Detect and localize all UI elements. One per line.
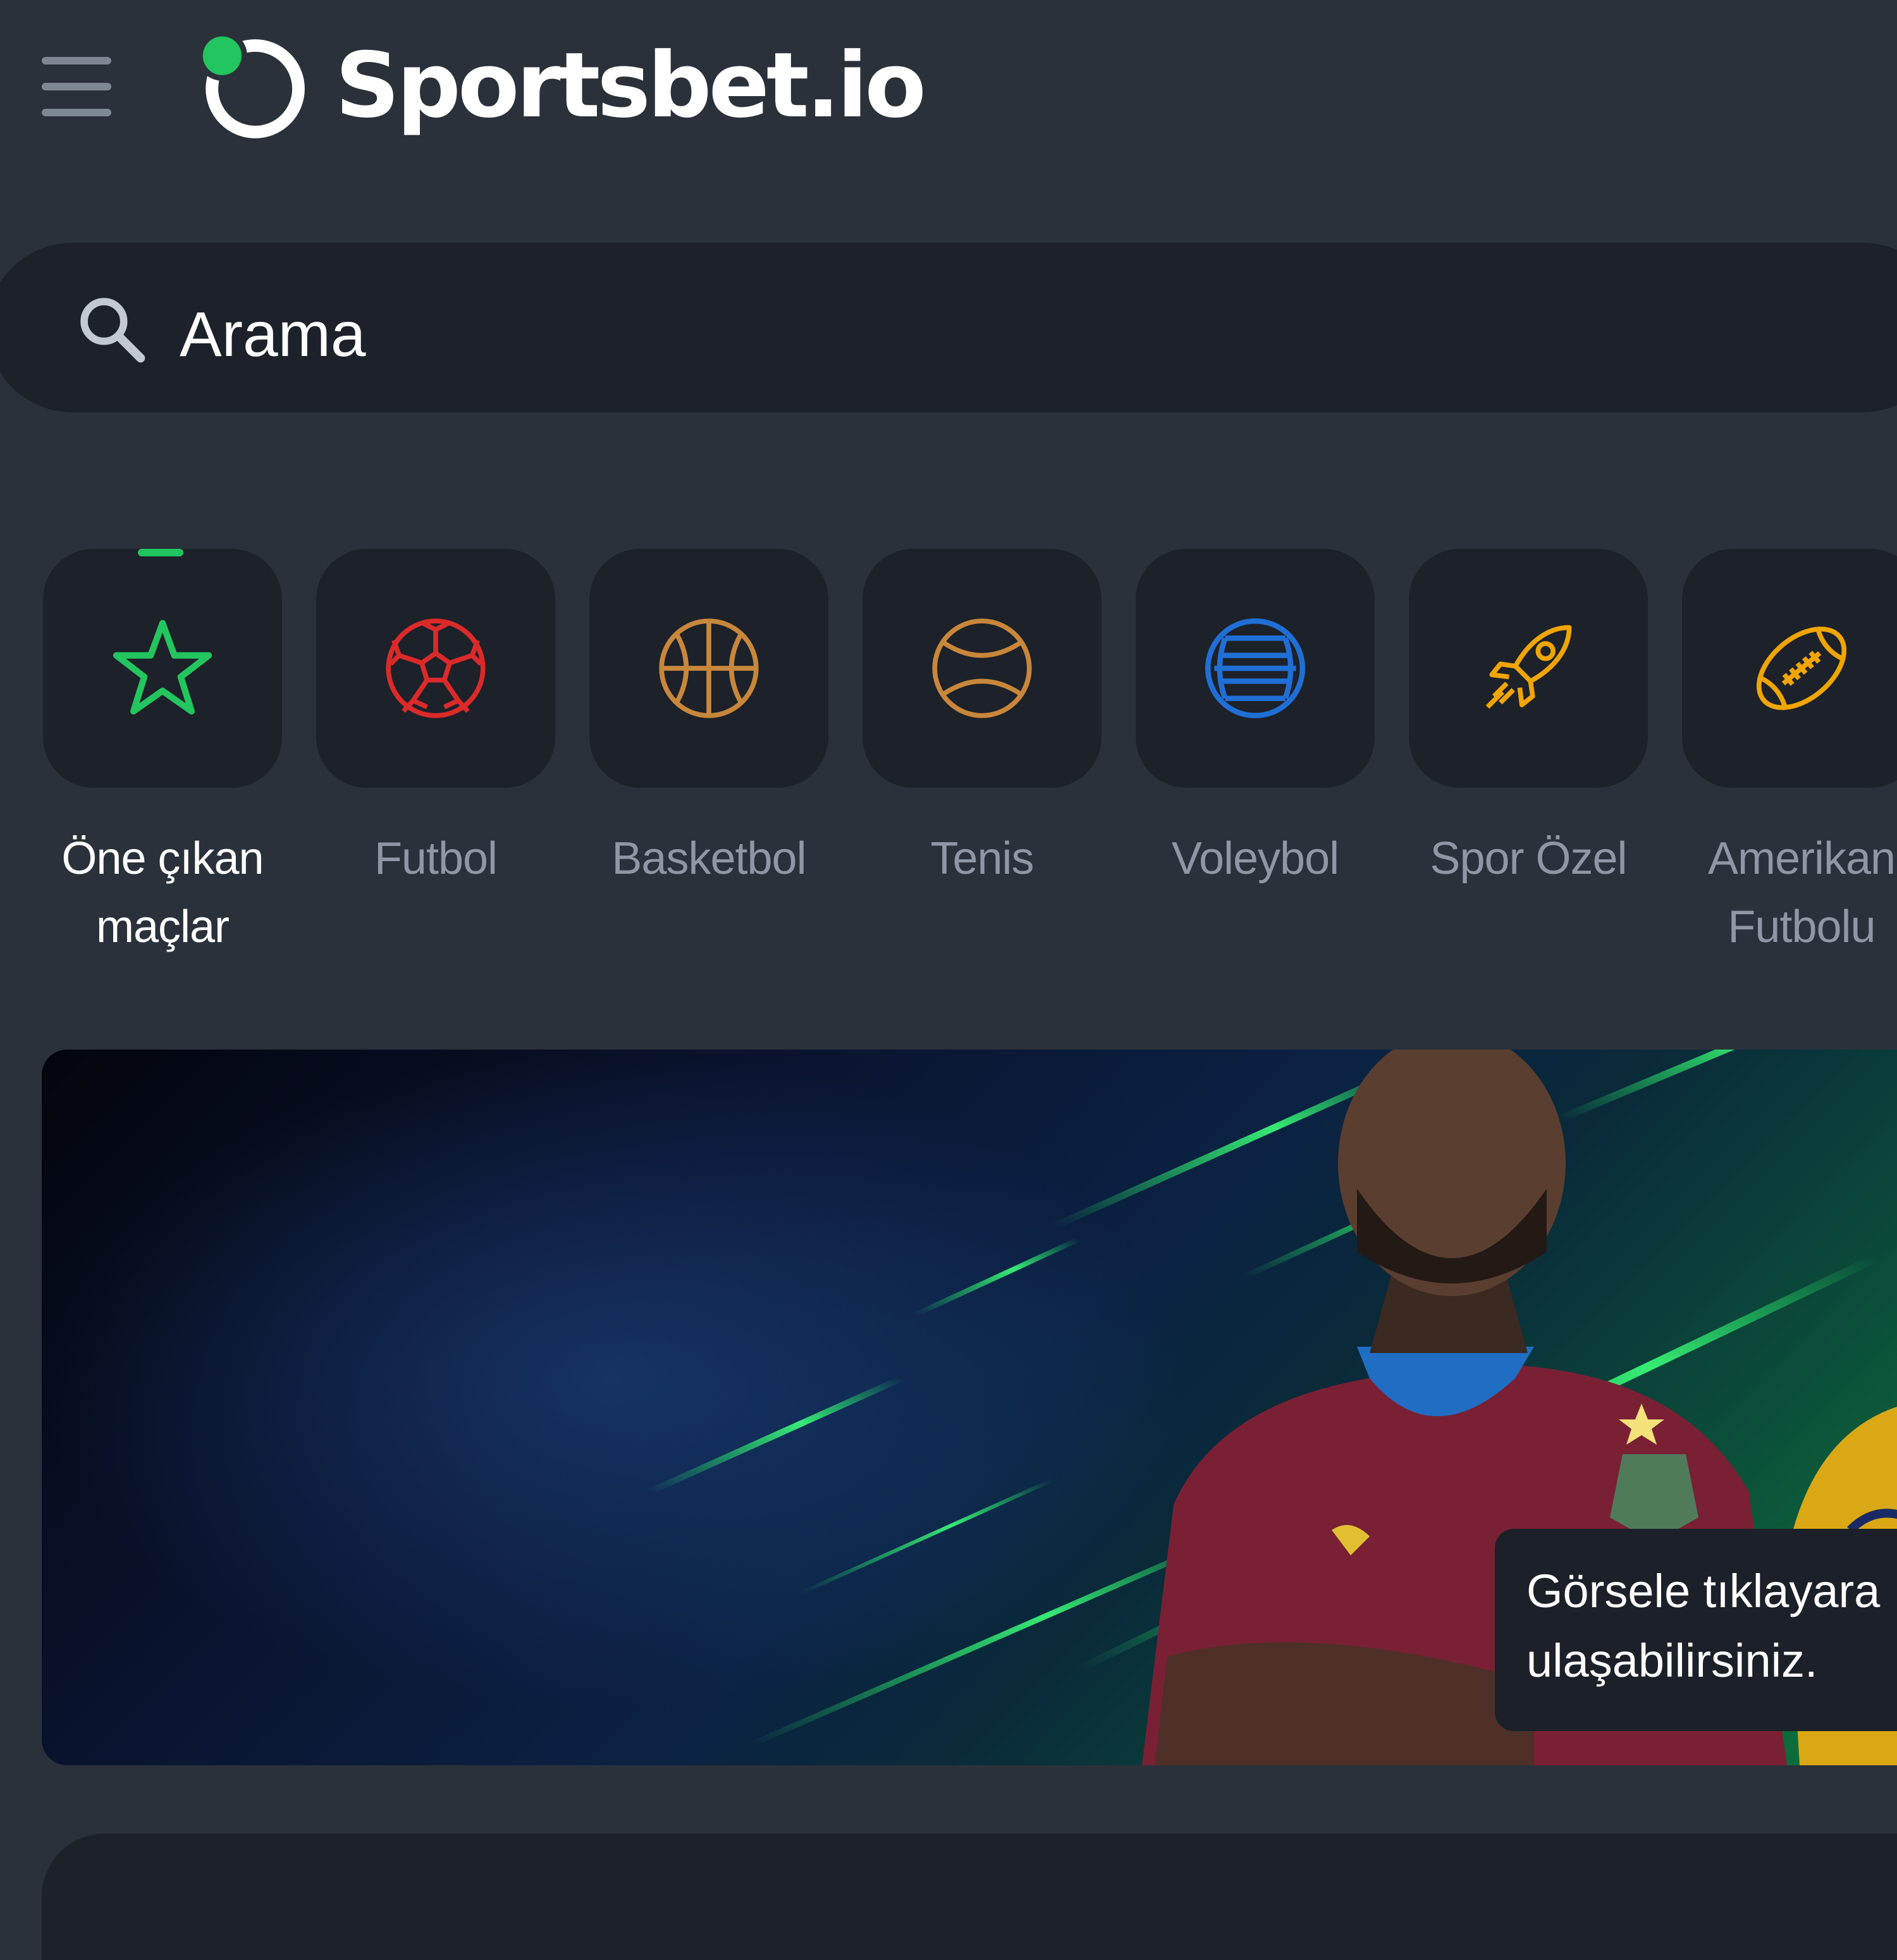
logo-text: Sportsbet.io (335, 33, 926, 138)
category-basketbol[interactable]: Basketbol (589, 549, 828, 893)
sportsbet-logo[interactable]: Sportsbet.io (196, 25, 926, 145)
category-tile[interactable] (589, 549, 828, 788)
category-tile[interactable] (43, 549, 282, 788)
category-tile[interactable] (863, 549, 1102, 788)
category-label: Futbol (374, 833, 498, 884)
logo-mark-icon (197, 30, 305, 138)
hamburger-menu-icon[interactable] (42, 56, 111, 119)
basketball-icon (659, 618, 759, 718)
star-icon (113, 620, 212, 715)
tennis-ball-icon (932, 618, 1032, 718)
category-tenis[interactable]: Tenis (863, 549, 1102, 893)
category-label: Voleybol (1171, 833, 1339, 884)
american-football-icon (1756, 626, 1847, 711)
tooltip-line-2: ulaşabilirsiniz. (1526, 1634, 1818, 1687)
category-tile[interactable] (1136, 549, 1375, 788)
category-label: Tenis (930, 833, 1034, 884)
category-featured-matches[interactable]: Öne çıkan maçlar (43, 549, 282, 961)
volleyball-icon (1205, 618, 1306, 719)
category-label: Basketbol (611, 833, 806, 884)
banner-tooltip: Görsele tıklayara ulaşabilirsiniz. (1495, 1529, 1897, 1731)
content-panel (42, 1834, 1897, 1960)
category-voleybol[interactable]: Voleybol (1136, 549, 1375, 893)
category-futbol[interactable]: Futbol (316, 549, 555, 893)
category-label: Spor Özel (1430, 833, 1627, 884)
category-label: Amerikan Futbolu (1707, 833, 1896, 952)
category-tile[interactable] (316, 549, 555, 788)
category-label: Öne çıkan maçlar (61, 833, 264, 952)
category-tile[interactable] (1682, 549, 1897, 788)
tooltip-line-1: Görsele tıklayara (1526, 1565, 1881, 1617)
soccer-ball-icon (386, 618, 486, 718)
search-input[interactable] (178, 283, 1066, 386)
category-spor-ozel[interactable]: Spor Özel (1409, 549, 1648, 893)
category-amerikan-futbolu[interactable]: Amerikan Futbolu (1682, 549, 1897, 961)
category-tile[interactable] (1409, 549, 1648, 788)
rocket-icon (1485, 625, 1572, 709)
active-indicator (138, 549, 183, 556)
search-icon (80, 298, 145, 363)
